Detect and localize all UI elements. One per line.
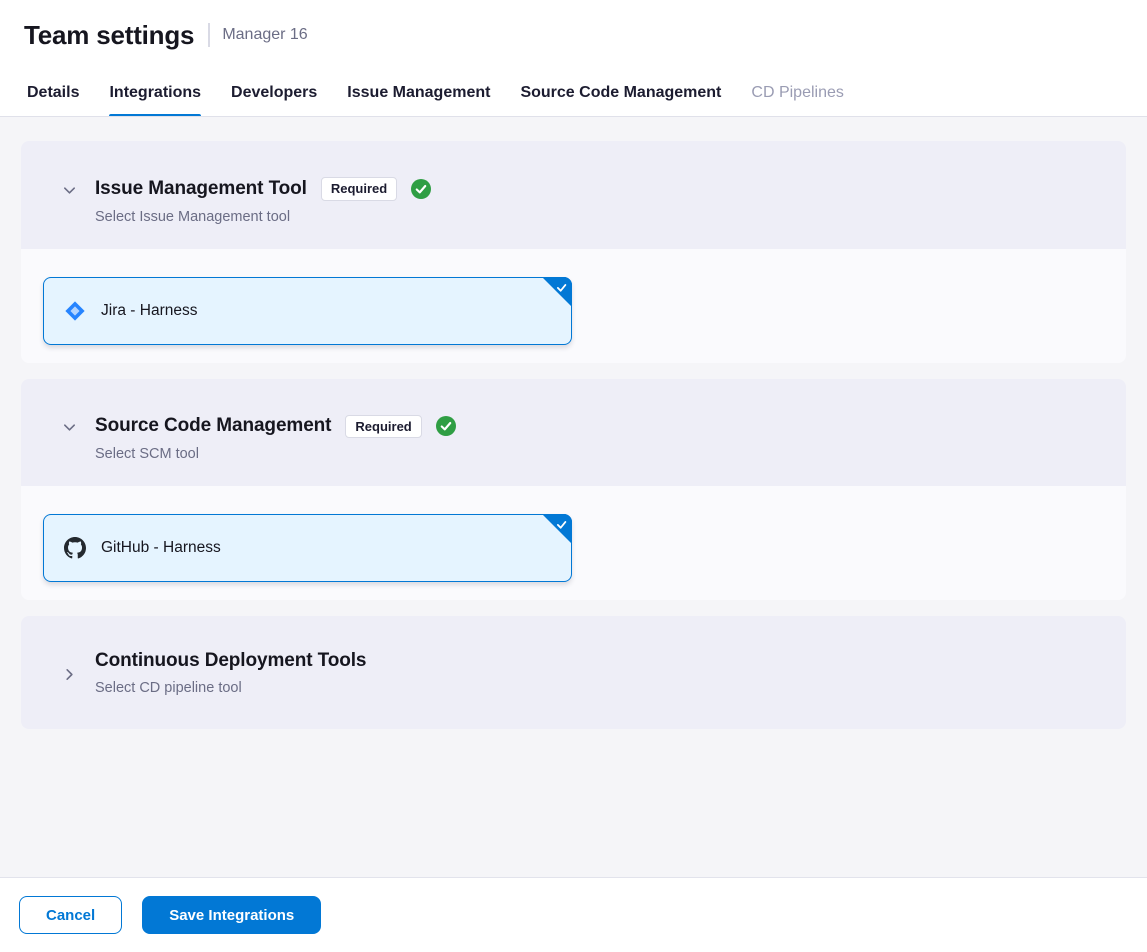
tool-card-github-harness[interactable]: GitHub - Harness: [43, 514, 572, 582]
section-title: Source Code Management: [95, 415, 331, 437]
section-scm-body: GitHub - Harness: [21, 486, 1126, 600]
save-integrations-button[interactable]: Save Integrations: [142, 896, 321, 934]
tab-integrations[interactable]: Integrations: [109, 70, 201, 116]
required-badge: Required: [345, 415, 421, 439]
github-icon: [64, 537, 86, 559]
integrations-content: Issue Management Tool Required Select Is…: [0, 117, 1147, 877]
tab-bar: Details Integrations Developers Issue Ma…: [0, 70, 1147, 117]
check-circle-icon: [436, 416, 456, 436]
section-cd-header[interactable]: Continuous Deployment Tools Select CD pi…: [21, 616, 1126, 729]
tool-card-label: GitHub - Harness: [101, 539, 221, 557]
tab-source-code-management[interactable]: Source Code Management: [520, 70, 721, 116]
tab-details[interactable]: Details: [27, 70, 79, 116]
title-divider: [208, 23, 210, 47]
tab-issue-management[interactable]: Issue Management: [347, 70, 490, 116]
chevron-down-icon[interactable]: [61, 420, 77, 436]
section-source-code-management: Source Code Management Required Select S…: [21, 379, 1126, 601]
section-subtitle: Select Issue Management tool: [95, 209, 431, 225]
chevron-down-icon[interactable]: [61, 182, 77, 198]
required-badge: Required: [321, 177, 397, 201]
section-subtitle: Select SCM tool: [95, 446, 456, 462]
selected-check-icon: [555, 281, 568, 294]
page-subtitle: Manager 16: [222, 26, 307, 44]
app-header: Team settings Manager 16: [0, 0, 1147, 70]
section-issue-management-header[interactable]: Issue Management Tool Required Select Is…: [21, 141, 1126, 249]
tool-card-label: Jira - Harness: [101, 302, 197, 320]
section-scm-header[interactable]: Source Code Management Required Select S…: [21, 379, 1126, 487]
cancel-button[interactable]: Cancel: [19, 896, 122, 934]
page-title: Team settings: [24, 20, 194, 51]
section-continuous-deployment-tools: Continuous Deployment Tools Select CD pi…: [21, 616, 1126, 729]
jira-icon: [64, 300, 86, 322]
tab-cd-pipelines[interactable]: CD Pipelines: [751, 70, 843, 116]
tab-developers[interactable]: Developers: [231, 70, 317, 116]
section-title: Issue Management Tool: [95, 178, 307, 200]
footer-action-bar: Cancel Save Integrations: [0, 877, 1147, 952]
section-issue-management-tool: Issue Management Tool Required Select Is…: [21, 141, 1126, 363]
selected-check-icon: [555, 518, 568, 531]
section-subtitle: Select CD pipeline tool: [95, 680, 366, 696]
section-issue-management-body: Jira - Harness: [21, 249, 1126, 363]
section-title: Continuous Deployment Tools: [95, 650, 366, 672]
check-circle-icon: [411, 179, 431, 199]
team-settings-page: Team settings Manager 16 Details Integra…: [0, 0, 1147, 952]
tool-card-jira-harness[interactable]: Jira - Harness: [43, 277, 572, 345]
chevron-right-icon[interactable]: [61, 666, 77, 682]
